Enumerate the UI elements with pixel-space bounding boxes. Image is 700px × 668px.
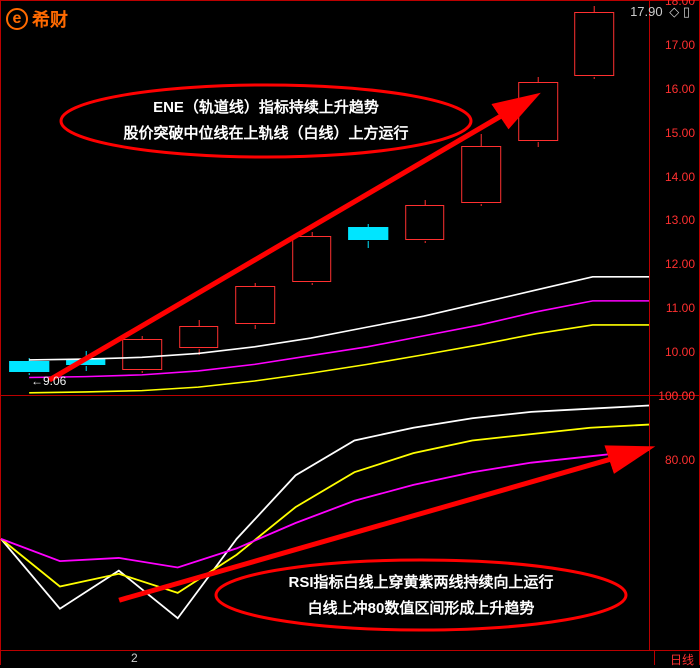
y-tick: 16.00	[665, 82, 695, 96]
y-tick: 14.00	[665, 170, 695, 184]
low-marker: ←9.06	[31, 374, 66, 388]
annotation-rsi: RSI指标白线上穿黄紫两线持续向上运行 白线上冲80数值区间形成上升趋势	[211, 556, 631, 634]
rsi-panel: 80.00100.00 RSI指标白线上穿黄紫两线持续向上运行 白线上冲80数值…	[0, 395, 700, 650]
top-right-glyphs: ◇ ▯	[669, 4, 690, 19]
rsi-y-axis: 80.00100.00	[649, 396, 699, 650]
price-y-axis: 9.0010.0011.0012.0013.0014.0015.0016.001…	[649, 1, 699, 395]
annotation-rsi-line1: RSI指标白线上穿黄紫两线持续向上运行	[235, 570, 607, 596]
x-axis-footer: 2 日线	[0, 650, 700, 665]
annotation-rsi-line2: 白线上冲80数值区间形成上升趋势	[235, 596, 607, 622]
last-price-label: 17.90	[630, 4, 663, 19]
top-right-readout: 17.90 ◇ ▯	[627, 4, 690, 20]
y-tick: 17.00	[665, 38, 695, 52]
brand-mark: e	[6, 8, 28, 30]
price-panel: 9.0010.0011.0012.0013.0014.0015.0016.001…	[0, 0, 700, 395]
y-tick: 11.00	[666, 301, 695, 315]
y-tick: 13.00	[665, 213, 695, 227]
y-tick: 12.00	[665, 257, 695, 271]
y-tick: 15.00	[665, 126, 695, 140]
y-tick: 100.00	[658, 389, 695, 403]
annotation-ene: ENE（轨道线）指标持续上升趋势 股价突破中位线在上轨线（白线）上方运行	[56, 81, 476, 161]
x-tick: 2	[131, 651, 138, 665]
brand-name: 希财	[32, 6, 68, 32]
timeframe-label: 日线	[670, 651, 694, 668]
y-tick: 10.00	[665, 345, 695, 359]
brand-logo: e 希财	[6, 6, 68, 32]
annotation-ene-line1: ENE（轨道线）指标持续上升趋势	[80, 95, 452, 121]
annotation-ene-line2: 股价突破中位线在上轨线（白线）上方运行	[80, 121, 452, 147]
price-plot[interactable]	[1, 1, 649, 395]
ene-lines	[1, 1, 649, 395]
y-tick: 80.00	[665, 453, 695, 467]
